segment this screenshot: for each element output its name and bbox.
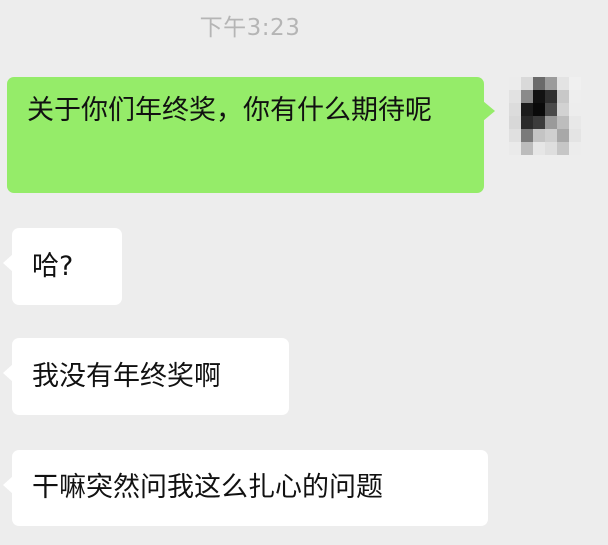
received-message-bubble[interactable]: 哈? <box>3 228 122 305</box>
pixelated-avatar-icon[interactable] <box>509 77 581 155</box>
message-text: 关于你们年终奖，你有什么期待呢 <box>27 95 432 126</box>
message-text: 我没有年终奖啊 <box>32 360 221 392</box>
message-text: 干嘛突然问我这么扎心的问题 <box>32 472 383 503</box>
message-text: 哈? <box>32 250 74 282</box>
received-message-bubble[interactable]: 干嘛突然问我这么扎心的问题 <box>3 450 488 526</box>
sent-message-bubble[interactable]: 关于你们年终奖，你有什么期待呢 <box>7 77 495 193</box>
chat-window: 下午3:23 关于你们年终奖，你有什么期待呢 哈? 我没有年终奖啊 干嘛突然问我… <box>0 0 608 545</box>
avatar-mosaic <box>509 77 581 155</box>
received-message-bubble[interactable]: 我没有年终奖啊 <box>3 338 289 415</box>
message-timestamp: 下午3:23 <box>199 15 301 41</box>
